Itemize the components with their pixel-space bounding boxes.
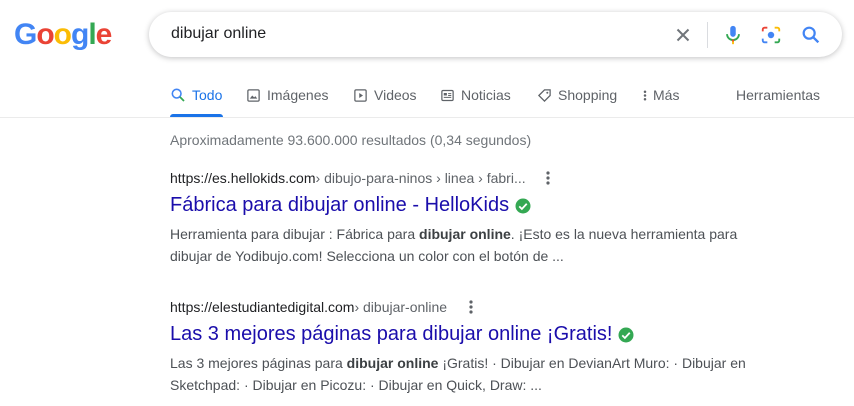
search-input[interactable]: dibujar online bbox=[171, 25, 266, 43]
result-stats: Aproximadamente 93.600.000 resultados (0… bbox=[170, 132, 532, 148]
logo-letter: G bbox=[14, 18, 37, 51]
video-icon bbox=[354, 88, 367, 102]
camera-lens-icon[interactable] bbox=[760, 24, 782, 46]
logo-letter: g bbox=[71, 18, 89, 51]
verified-check-icon bbox=[515, 198, 531, 213]
search-result: https://elestudiantedigital.com › dibuja… bbox=[170, 299, 770, 396]
result-snippet: Las 3 mejores páginas para dibujar onlin… bbox=[170, 352, 760, 396]
result-snippet: Herramienta para dibujar : Fábrica para … bbox=[170, 223, 760, 267]
header-divider bbox=[0, 117, 854, 118]
logo-letter: l bbox=[88, 18, 96, 51]
snippet-highlight: dibujar online bbox=[419, 226, 511, 242]
google-logo[interactable]: Google bbox=[14, 18, 113, 54]
search-divider bbox=[707, 22, 708, 48]
result-breadcrumb: › dibujo-para-ninos › linea › fabri... bbox=[315, 170, 526, 186]
more-vert-icon bbox=[643, 90, 647, 100]
tab-label: Imágenes bbox=[267, 87, 329, 103]
tab-label: Noticias bbox=[461, 87, 511, 103]
tools-button[interactable]: Herramientas bbox=[736, 87, 820, 103]
result-title-text: Fábrica para dibujar online - HelloKids bbox=[170, 194, 510, 216]
more-vert-icon[interactable] bbox=[469, 300, 473, 314]
tab-label: Más bbox=[653, 87, 680, 103]
microphone-icon[interactable] bbox=[722, 24, 744, 46]
result-title-text: Las 3 mejores páginas para dibujar onlin… bbox=[170, 323, 613, 345]
search-box[interactable]: dibujar online bbox=[149, 12, 842, 57]
logo-letter: o bbox=[53, 18, 72, 51]
clear-icon[interactable] bbox=[672, 24, 694, 46]
tab-label: Videos bbox=[374, 87, 417, 103]
image-icon bbox=[247, 88, 260, 102]
more-vert-icon[interactable] bbox=[546, 171, 550, 185]
result-title[interactable]: Las 3 mejores páginas para dibujar onlin… bbox=[170, 323, 770, 346]
result-title[interactable]: Fábrica para dibujar online - HelloKids bbox=[170, 194, 770, 217]
logo-letter: o bbox=[36, 18, 54, 51]
tab-all[interactable]: Todo bbox=[170, 87, 222, 103]
search-icon bbox=[171, 88, 185, 102]
tab-videos[interactable]: Videos bbox=[353, 87, 417, 103]
news-icon bbox=[441, 89, 454, 101]
search-result: https://es.hellokids.com › dibujo-para-n… bbox=[170, 170, 770, 267]
tab-label: Shopping bbox=[558, 87, 618, 103]
verified-check-icon bbox=[618, 327, 634, 342]
result-url[interactable]: https://elestudiantedigital.com › dibuja… bbox=[170, 299, 770, 315]
search-icon[interactable] bbox=[800, 24, 822, 46]
tab-shopping[interactable]: Shopping bbox=[537, 87, 617, 103]
tab-more[interactable]: Más bbox=[641, 87, 679, 103]
snippet-highlight: dibujar online bbox=[346, 355, 439, 371]
tab-news[interactable]: Noticias bbox=[440, 87, 511, 103]
result-domain: https://es.hellokids.com bbox=[170, 170, 316, 186]
snippet-text: Herramienta para dibujar : Fábrica para bbox=[170, 226, 420, 242]
result-domain: https://elestudiantedigital.com bbox=[170, 299, 355, 315]
tab-label: Todo bbox=[192, 87, 223, 103]
snippet-text: Las 3 mejores páginas para bbox=[170, 355, 347, 371]
tag-icon bbox=[537, 88, 551, 102]
result-url[interactable]: https://es.hellokids.com › dibujo-para-n… bbox=[170, 170, 770, 186]
logo-letter: e bbox=[95, 18, 113, 51]
result-breadcrumb: › dibujar-online bbox=[354, 299, 448, 315]
tab-images[interactable]: Imágenes bbox=[246, 87, 328, 103]
